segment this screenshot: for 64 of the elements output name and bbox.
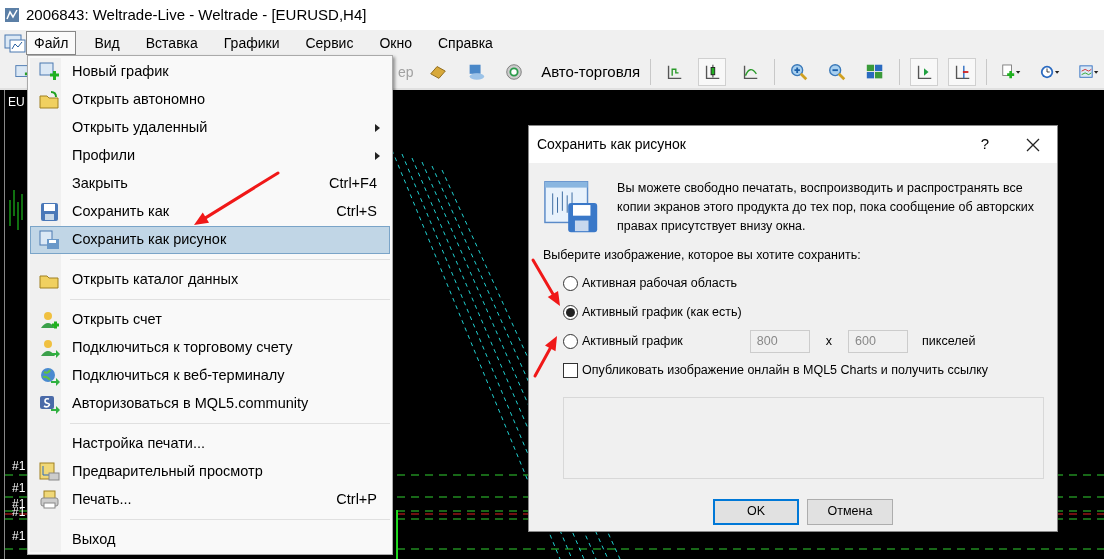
option-label[interactable]: Активный график (как есть) <box>582 302 742 322</box>
menu-item[interactable]: Открыть каталог данных <box>30 266 390 294</box>
unit-label: пикселей <box>922 332 976 350</box>
menu-item[interactable]: Подключиться к веб-терминалу <box>30 362 390 390</box>
new-chart-icon <box>39 62 61 82</box>
order-label: #1 <box>12 460 26 472</box>
menu-item[interactable]: Открыть автономно <box>30 86 390 114</box>
radio-button[interactable] <box>563 275 578 291</box>
menu-item[interactable]: Предварительный просмотр <box>30 458 390 486</box>
checkbox[interactable] <box>563 362 578 378</box>
folder-icon <box>39 90 61 110</box>
cancel-button[interactable]: Отмена <box>807 498 893 525</box>
zoom-out-icon <box>827 62 848 82</box>
menu-item[interactable]: Авторизоваться в MQL5.community <box>30 390 390 418</box>
help-button[interactable]: ? <box>961 126 1009 163</box>
app-icon <box>4 7 20 23</box>
print-preview-icon <box>39 462 61 482</box>
menu-item[interactable]: Вставка <box>137 31 206 55</box>
menu-item[interactable]: Графики <box>215 31 288 55</box>
annotation-arrow <box>533 336 557 378</box>
auto-trading-button[interactable]: Авто-торговля <box>537 58 640 86</box>
menu-item[interactable]: Выход <box>30 526 390 554</box>
option-label[interactable]: Активная рабочая область <box>582 273 738 293</box>
radio-button[interactable] <box>563 304 578 320</box>
menu-item[interactable]: Справка <box>429 31 501 55</box>
zoom-in-icon <box>789 62 810 82</box>
add-user-icon <box>39 310 61 330</box>
checkbox-label[interactable]: Опубликовать изображение онлайн в MQL5 Charts и получить ссылку <box>582 360 989 380</box>
s-arrow-icon <box>39 394 61 414</box>
menu-item[interactable]: Настройка печати... <box>30 430 390 458</box>
menu-item[interactable]: Открыть удаленный <box>30 114 390 142</box>
signal-icon <box>503 62 524 82</box>
candlestick-button[interactable] <box>698 58 727 86</box>
chart-symbol-label: EU <box>8 96 25 108</box>
menu-item[interactable]: Подключиться к торговому счету <box>30 334 390 362</box>
auto-scroll-button[interactable] <box>948 58 976 86</box>
toolbar-label: ер <box>398 62 414 82</box>
window-title: 2006843: Weltrade-Live - Weltrade - [EURUSD,H4] <box>26 4 367 25</box>
radio-button[interactable] <box>563 333 578 349</box>
document-icon[interactable] <box>4 33 26 53</box>
user-arrow-icon <box>39 338 61 358</box>
chart-shift-button[interactable] <box>910 58 938 86</box>
menu-item[interactable]: Вид <box>86 31 128 55</box>
globe-arrow-icon <box>39 366 61 386</box>
menu-item[interactable]: Окно <box>371 31 420 55</box>
prompt-label: Выберите изображение, которое вы хотите сохранить: <box>543 247 862 264</box>
times-label: x <box>825 332 833 350</box>
menu-item[interactable]: Сервис <box>297 31 362 55</box>
save-image-icon <box>39 230 61 250</box>
ok-button[interactable]: OK <box>713 498 799 525</box>
dialog-title: Сохранить как рисунок <box>537 135 687 154</box>
menu-item[interactable]: Профили <box>30 142 390 170</box>
menu-item[interactable]: Сохранить как рисунок <box>30 226 390 254</box>
menu-item[interactable]: Печать... Ctrl+P <box>30 486 390 514</box>
menu-item[interactable]: Открыть счет <box>30 306 390 334</box>
printer-icon <box>39 490 61 510</box>
option-label[interactable]: Активный график <box>582 331 683 351</box>
menu-item[interactable]: Закрыть Ctrl+F4 <box>30 170 390 198</box>
menu-item[interactable]: Новый график <box>30 58 390 86</box>
menu-item[interactable]: Файл <box>26 31 77 55</box>
order-label: #1 <box>12 530 26 542</box>
close-icon <box>1026 137 1040 152</box>
order-label: #1 <box>12 482 26 494</box>
message-text: Вы можете свободно печатать, воспроизводить и распространять все копии экранов этого продукта до тех пор, пока сообщение об авторских правах присутствует внизу окна. <box>617 180 1035 235</box>
